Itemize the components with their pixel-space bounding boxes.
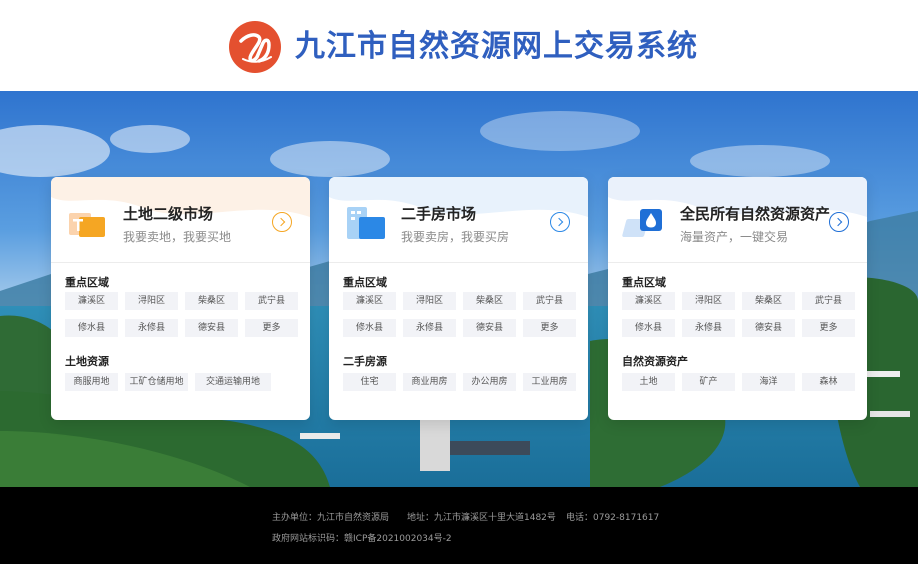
section-title: 二手房源 [343, 355, 387, 368]
tag-more[interactable]: 更多 [802, 319, 855, 337]
divider [329, 262, 588, 263]
tag[interactable]: 武宁县 [802, 292, 855, 310]
arrow-right-icon[interactable] [272, 212, 292, 232]
tag[interactable]: 永修县 [682, 319, 735, 337]
tag[interactable]: 土地 [622, 373, 675, 391]
footer-phone: 电话：0792-8171617 [566, 513, 660, 523]
card-title: 全民所有自然资源资产 [680, 205, 831, 223]
tag[interactable]: 工业用房 [523, 373, 576, 391]
card-land-market[interactable]: 土地二级市场 我要卖地，我要买地 重点区域 濂溪区 浔阳区 柴桑区 武宁县 修水… [51, 177, 310, 420]
card-title: 二手房市场 [401, 205, 477, 223]
tag[interactable]: 商业用房 [403, 373, 456, 391]
tag[interactable]: 柴桑区 [742, 292, 795, 310]
tag[interactable]: 海洋 [742, 373, 795, 391]
card-subtitle: 海量资产，一键交易 [680, 230, 789, 244]
card-subtitle: 我要卖房，我要买房 [401, 230, 510, 244]
tag[interactable]: 森林 [802, 373, 855, 391]
card-header: 土地二级市场 我要卖地，我要买地 [51, 177, 310, 263]
tag[interactable]: 德安县 [463, 319, 516, 337]
tag[interactable]: 商服用地 [65, 373, 118, 391]
arrow-right-icon[interactable] [829, 212, 849, 232]
card-natural-resources[interactable]: 全民所有自然资源资产 海量资产，一键交易 重点区域 濂溪区 浔阳区 柴桑区 武宁… [608, 177, 867, 420]
site-footer: 主办单位：九江市自然资源局 地址：九江市濂溪区十里大道1482号 电话：0792… [0, 487, 918, 564]
tag-more[interactable]: 更多 [245, 319, 298, 337]
tag[interactable]: 永修县 [125, 319, 178, 337]
tag[interactable]: 德安县 [742, 319, 795, 337]
card-header: 二手房市场 我要卖房，我要买房 [329, 177, 588, 263]
tag[interactable]: 浔阳区 [403, 292, 456, 310]
tag[interactable]: 德安县 [185, 319, 238, 337]
section-title: 重点区域 [65, 276, 109, 289]
tag[interactable]: 浔阳区 [682, 292, 735, 310]
section-title: 重点区域 [343, 276, 387, 289]
tag[interactable]: 武宁县 [523, 292, 576, 310]
arrow-right-icon[interactable] [550, 212, 570, 232]
site-title: 九江市自然资源网上交易系统 [295, 29, 698, 64]
tag[interactable]: 柴桑区 [185, 292, 238, 310]
tag[interactable]: 住宅 [343, 373, 396, 391]
card-header: 全民所有自然资源资产 海量资产，一键交易 [608, 177, 867, 263]
tag[interactable]: 修水县 [343, 319, 396, 337]
tag[interactable]: 柴桑区 [463, 292, 516, 310]
tag[interactable]: 工矿仓储用地 [125, 373, 188, 391]
footer-address: 地址：九江市濂溪区十里大道1482号 [407, 513, 556, 523]
divider [51, 262, 310, 263]
building-icon [343, 199, 389, 245]
footer-organizer: 主办单位：九江市自然资源局 [272, 513, 390, 523]
tag[interactable]: 濂溪区 [65, 292, 118, 310]
tag[interactable]: 修水县 [622, 319, 675, 337]
card-title: 土地二级市场 [123, 205, 214, 223]
footer-icp[interactable]: 政府网站标识码：赣ICP备2021002034号-2 [272, 531, 452, 544]
section-title: 自然资源资产 [622, 355, 688, 368]
water-drop-icon [622, 199, 668, 245]
tag[interactable]: 濂溪区 [343, 292, 396, 310]
section-title: 土地资源 [65, 355, 109, 368]
tag[interactable]: 武宁县 [245, 292, 298, 310]
tag[interactable]: 交通运输用地 [195, 373, 271, 391]
tag[interactable]: 办公用房 [463, 373, 516, 391]
logo-icon[interactable] [229, 21, 281, 73]
tag[interactable]: 永修县 [403, 319, 456, 337]
section-title: 重点区域 [622, 276, 666, 289]
tag[interactable]: 濂溪区 [622, 292, 675, 310]
tag[interactable]: 修水县 [65, 319, 118, 337]
site-header: 九江市自然资源网上交易系统 [0, 0, 918, 91]
card-subtitle: 我要卖地，我要买地 [123, 230, 232, 244]
tag[interactable]: 矿产 [682, 373, 735, 391]
divider [608, 262, 867, 263]
land-icon [65, 199, 111, 245]
card-secondhand-housing[interactable]: 二手房市场 我要卖房，我要买房 重点区域 濂溪区 浔阳区 柴桑区 武宁县 修水县… [329, 177, 588, 420]
tag[interactable]: 浔阳区 [125, 292, 178, 310]
tag-more[interactable]: 更多 [523, 319, 576, 337]
